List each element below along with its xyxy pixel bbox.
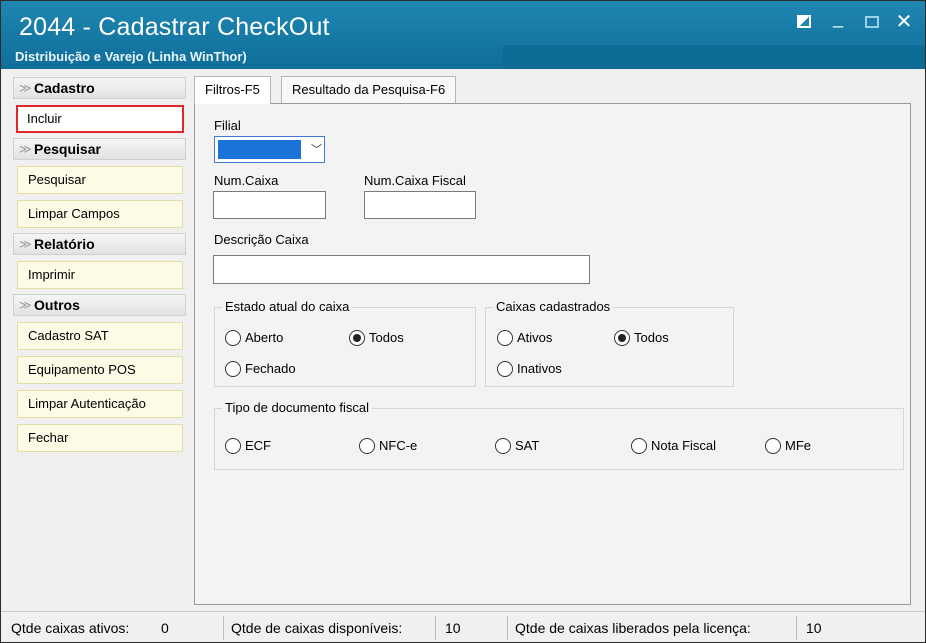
tipo-nfce-radio[interactable]: NFC-e	[359, 437, 417, 455]
chevron-down-icon: ﹀	[311, 144, 322, 156]
descricao-caixa-input[interactable]	[213, 255, 590, 284]
status-liberados-label: Qtde de caixas liberados pela licença:	[515, 620, 751, 636]
sidebar-group-pesquisar[interactable]: ≫ Pesquisar	[13, 138, 186, 160]
cadastro-sat-button[interactable]: Cadastro SAT	[17, 322, 183, 350]
tipo-nota-fiscal-radio[interactable]: Nota Fiscal	[631, 437, 716, 455]
caixas-ativos-radio[interactable]: Ativos	[497, 329, 552, 347]
estado-todos-radio[interactable]: Todos	[349, 329, 404, 347]
title-bar[interactable]: 2044 - Cadastrar CheckOut Distribuição e…	[1, 1, 925, 69]
num-caixa-fiscal-label: Num.Caixa Fiscal	[364, 173, 466, 188]
radio-label: ECF	[245, 438, 271, 453]
tipo-ecf-radio[interactable]: ECF	[225, 437, 271, 455]
tipo-documento-legend: Tipo de documento fiscal	[222, 400, 373, 415]
radio-on-icon	[614, 330, 630, 346]
limpar-campos-button[interactable]: Limpar Campos	[17, 200, 183, 228]
status-separator	[223, 616, 224, 640]
radio-off-icon	[225, 438, 241, 454]
tab-resultado-pesquisa[interactable]: Resultado da Pesquisa-F6	[281, 76, 457, 103]
status-ativos-value: 0	[161, 620, 169, 636]
filial-selected-value	[218, 140, 301, 159]
sidebar: ≫ Cadastro Incluir ≫ Pesquisar Pesquisar…	[13, 77, 186, 607]
radio-label: Inativos	[517, 361, 562, 376]
radio-label: Aberto	[245, 330, 284, 345]
fechar-button[interactable]: Fechar	[17, 424, 183, 452]
sidebar-group-cadastro[interactable]: ≫ Cadastro	[13, 77, 186, 99]
app-window: 2044 - Cadastrar CheckOut Distribuição e…	[0, 0, 926, 643]
window-subtitle: Distribuição e Varejo (Linha WinThor)	[15, 49, 247, 64]
radio-label: NFC-e	[379, 438, 418, 453]
num-caixa-fiscal-input[interactable]	[364, 191, 476, 219]
status-liberados-value: 10	[806, 620, 822, 636]
tab-filtros[interactable]: Filtros-F5	[194, 76, 271, 104]
estado-aberto-radio[interactable]: Aberto	[225, 329, 283, 347]
sidebar-group-label: Relatório	[34, 236, 95, 252]
close-icon[interactable]: ✕	[893, 11, 915, 33]
num-caixa-input[interactable]	[213, 191, 326, 219]
maximize-icon[interactable]	[861, 11, 883, 33]
filial-select[interactable]: ﹀	[214, 136, 325, 163]
chevron-double-down-icon: ≫	[19, 142, 32, 156]
sidebar-group-label: Outros	[34, 297, 80, 313]
descricao-caixa-label: Descrição Caixa	[214, 232, 309, 247]
radio-off-icon	[225, 361, 241, 377]
limpar-autenticacao-button[interactable]: Limpar Autenticação	[17, 390, 183, 418]
caixas-todos-radio[interactable]: Todos	[614, 329, 669, 347]
status-ativos-label: Qtde caixas ativos:	[11, 620, 130, 636]
status-separator	[435, 616, 436, 640]
radio-label: Nota Fiscal	[651, 438, 717, 453]
estado-caixa-legend: Estado atual do caixa	[222, 299, 353, 314]
radio-label: Todos	[369, 330, 404, 345]
status-bar: Qtde caixas ativos: 0 Qtde de caixas dis…	[1, 611, 925, 642]
title-bar-band	[503, 45, 925, 69]
imprimir-button[interactable]: Imprimir	[17, 261, 183, 289]
equipamento-pos-button[interactable]: Equipamento POS	[17, 356, 183, 384]
pesquisar-button[interactable]: Pesquisar	[17, 166, 183, 194]
filial-label: Filial	[214, 118, 241, 133]
incluir-button[interactable]: Incluir	[16, 105, 184, 133]
sidebar-group-outros[interactable]: ≫ Outros	[13, 294, 186, 316]
radio-off-icon	[497, 330, 513, 346]
restore-icon[interactable]	[793, 11, 815, 33]
radio-on-icon	[349, 330, 365, 346]
radio-label: Fechado	[245, 361, 296, 376]
window-title: 2044 - Cadastrar CheckOut	[19, 13, 330, 41]
sidebar-group-relatorio[interactable]: ≫ Relatório	[13, 233, 186, 255]
status-disponiveis-value: 10	[445, 620, 461, 636]
status-separator	[796, 616, 797, 640]
caixas-inativos-radio[interactable]: Inativos	[497, 360, 562, 378]
sidebar-group-label: Cadastro	[34, 80, 95, 96]
radio-off-icon	[495, 438, 511, 454]
estado-fechado-radio[interactable]: Fechado	[225, 360, 296, 378]
tipo-sat-radio[interactable]: SAT	[495, 437, 539, 455]
radio-off-icon	[497, 361, 513, 377]
chevron-double-down-icon: ≫	[19, 237, 32, 251]
caixas-cadastrados-legend: Caixas cadastrados	[493, 299, 614, 314]
status-disponiveis-label: Qtde de caixas disponíveis:	[231, 620, 403, 636]
radio-label: SAT	[515, 438, 540, 453]
radio-label: MFe	[785, 438, 811, 453]
chevron-double-down-icon: ≫	[19, 81, 32, 95]
radio-off-icon	[225, 330, 241, 346]
radio-off-icon	[631, 438, 647, 454]
chevron-double-down-icon: ≫	[19, 298, 32, 312]
radio-label: Ativos	[517, 330, 553, 345]
status-separator	[507, 616, 508, 640]
minimize-icon[interactable]: _	[827, 7, 849, 29]
num-caixa-label: Num.Caixa	[214, 173, 279, 188]
sidebar-group-label: Pesquisar	[34, 141, 101, 157]
radio-off-icon	[765, 438, 781, 454]
radio-label: Todos	[634, 330, 669, 345]
tipo-mfe-radio[interactable]: MFe	[765, 437, 811, 455]
radio-off-icon	[359, 438, 375, 454]
